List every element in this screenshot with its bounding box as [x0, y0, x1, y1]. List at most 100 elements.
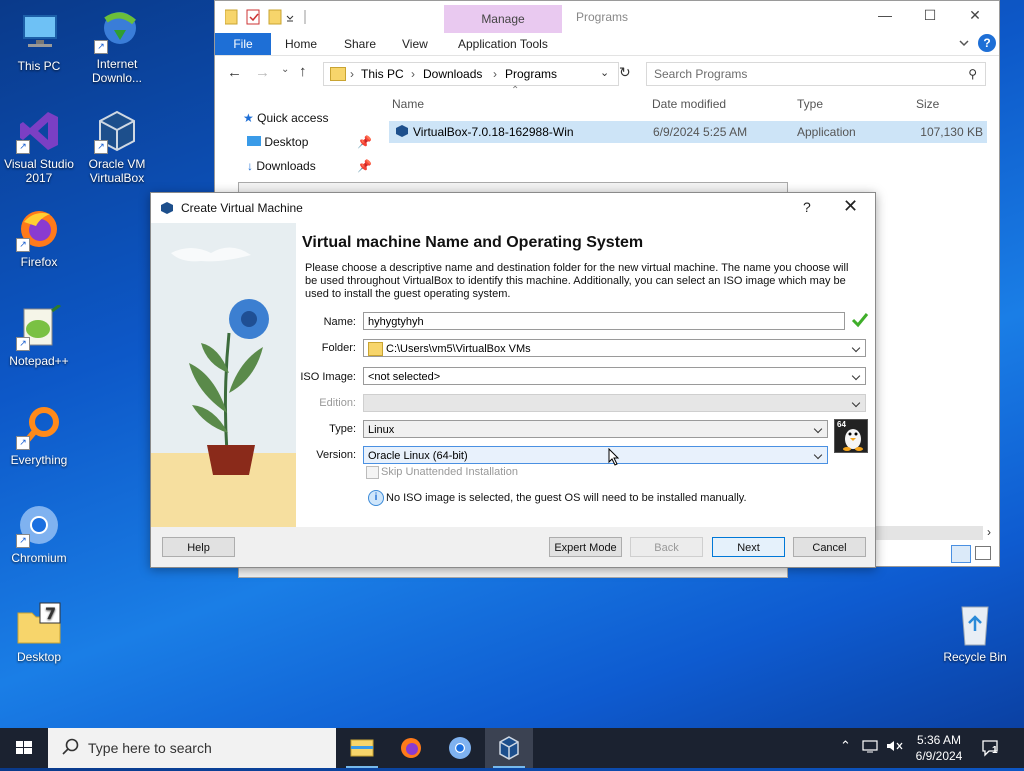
desktop-icon-this-pc[interactable]: This PC	[0, 10, 78, 73]
recent-chevron-icon[interactable]: ⌄	[281, 64, 289, 75]
skip-unattended-label: Skip Unattended Installation	[381, 466, 518, 478]
desktop-icon-chromium[interactable]: ↗ Chromium	[0, 502, 78, 565]
help-button[interactable]: ?	[803, 199, 811, 215]
windows-logo-icon	[16, 741, 32, 754]
shortcut-arrow-icon: ↗	[16, 337, 30, 351]
forward-arrow-icon[interactable]: →	[255, 64, 270, 81]
taskbar-virtualbox[interactable]	[485, 728, 533, 768]
breadcrumb-this-pc[interactable]: This PC	[361, 63, 404, 85]
name-label: Name:	[323, 316, 356, 328]
desktop-icon-everything[interactable]: ↗ Everything	[0, 404, 78, 467]
tab-home[interactable]: Home	[285, 33, 317, 55]
breadcrumb-programs[interactable]: Programs	[505, 63, 557, 85]
back-arrow-icon[interactable]: ←	[227, 64, 242, 81]
search-input[interactable]: Search Programs ⚲	[646, 62, 986, 86]
refresh-icon[interactable]: ↻	[619, 64, 631, 81]
column-header-size[interactable]: Size	[916, 97, 939, 111]
up-arrow-icon[interactable]: ↑	[299, 63, 307, 80]
taskbar-firefox[interactable]	[387, 728, 435, 768]
file-row[interactable]: VirtualBox-7.0.18-162988-Win 6/9/2024 5:…	[389, 121, 987, 143]
desktop-icon-firefox[interactable]: ↗ Firefox	[0, 206, 78, 269]
address-bar[interactable]: › This PC › Downloads › Programs ⌄	[323, 62, 619, 86]
dialog-body: Virtual machine Name and Operating Syste…	[151, 223, 875, 527]
file-size: 107,130 KB	[920, 125, 983, 139]
tab-share[interactable]: Share	[344, 33, 376, 55]
help-icon[interactable]: ?	[978, 34, 996, 52]
volume-muted-icon[interactable]	[885, 739, 903, 756]
large-icons-view-icon[interactable]	[975, 546, 991, 560]
address-row: ← → ⌄ ↑ › This PC › Downloads › Programs…	[215, 59, 999, 87]
tab-file[interactable]: File	[215, 33, 271, 55]
maximize-button[interactable]: ☐	[916, 7, 944, 27]
type-select[interactable]: Linux	[363, 420, 828, 438]
chevron-down-icon[interactable]	[959, 37, 969, 47]
edition-label: Edition:	[319, 397, 356, 409]
flower-illustration	[151, 223, 296, 527]
network-icon[interactable]	[862, 739, 878, 756]
page-heading: Virtual machine Name and Operating Syste…	[302, 234, 644, 251]
recycle-bin-icon	[952, 601, 998, 647]
close-button[interactable]: ✕	[961, 7, 989, 27]
type-label: Type:	[329, 423, 356, 435]
pin-icon: 📌	[357, 159, 372, 173]
cancel-button[interactable]: Cancel	[793, 537, 866, 557]
nav-quick-access[interactable]: ★ Quick access	[243, 111, 328, 125]
file-explorer-icon	[350, 739, 374, 757]
taskbar-chromium[interactable]	[436, 728, 484, 768]
start-button[interactable]	[0, 728, 48, 768]
desktop-icon-recycle-bin[interactable]: Recycle Bin	[936, 601, 1014, 664]
desktop-icon-label: This PC	[17, 59, 61, 73]
column-header-type[interactable]: Type	[797, 97, 823, 111]
explorer-title-bar: Manage Programs — ☐ ✕	[215, 1, 999, 33]
iso-select[interactable]: <not selected>	[363, 367, 866, 385]
column-header-date[interactable]: Date modified	[652, 97, 726, 111]
tab-manage[interactable]: Manage	[444, 5, 562, 33]
desktop-icon-label: Oracle VM VirtualBox	[88, 157, 146, 185]
navigation-pane: ★ Quick access Desktop 📌 ↓ Downloads 📌	[215, 97, 385, 187]
desktop-folder-icon	[247, 136, 261, 146]
desktop-icon-label: Visual Studio 2017	[4, 157, 74, 185]
minimize-button[interactable]: —	[871, 7, 899, 27]
desktop-icon-desktop-folder[interactable]: 7 Desktop	[0, 601, 78, 664]
notification-center-button[interactable]: 1	[980, 738, 1002, 758]
help-button[interactable]: Help	[162, 537, 235, 557]
chevron-down-icon[interactable]: ⌄	[600, 62, 609, 84]
dialog-title-bar: Create Virtual Machine ? ✕	[151, 193, 875, 223]
taskbar-file-explorer[interactable]	[338, 728, 386, 768]
taskbar-search-placeholder: Type here to search	[88, 740, 212, 756]
svg-text:7: 7	[45, 604, 56, 623]
nav-desktop[interactable]: Desktop 📌	[247, 135, 372, 149]
valid-check-icon	[851, 311, 869, 332]
window-title: Programs	[576, 10, 629, 24]
folder-select[interactable]: C:\Users\vm5\VirtualBox VMs	[363, 339, 866, 357]
chevron-right-icon: ›	[350, 67, 354, 81]
file-name: VirtualBox-7.0.18-162988-Win	[413, 125, 574, 139]
breadcrumb-downloads[interactable]: Downloads	[423, 63, 482, 85]
system-clock[interactable]: 5:36 AM 6/9/2024	[908, 732, 970, 764]
version-select[interactable]: Oracle Linux (64-bit)	[363, 446, 828, 464]
desktop-icon-notepad-plus-plus[interactable]: ↗ Notepad++	[0, 303, 78, 368]
desktop-icon-label: Firefox	[20, 255, 58, 269]
page-description: Please choose a descriptive name and des…	[305, 262, 849, 300]
nav-downloads[interactable]: ↓ Downloads 📌	[247, 159, 372, 173]
chromium-icon	[449, 737, 471, 759]
shortcut-arrow-icon: ↗	[16, 238, 30, 252]
desktop-icon-internet-download-manager[interactable]: ↗ Internet Downlo...	[78, 8, 156, 85]
column-header-name[interactable]: Name	[392, 97, 424, 111]
file-date: 6/9/2024 5:25 AM	[653, 125, 748, 139]
expert-mode-button[interactable]: Expert Mode	[549, 537, 622, 557]
taskbar-search-box[interactable]: Type here to search	[48, 728, 336, 768]
tab-application-tools[interactable]: Application Tools	[458, 33, 548, 55]
tray-chevron-up-icon[interactable]: ⌃	[840, 738, 851, 754]
desktop-icon-virtualbox[interactable]: ↗ Oracle VM VirtualBox	[78, 108, 156, 185]
desktop-icon-visual-studio[interactable]: ↗ Visual Studio 2017	[0, 108, 78, 185]
virtualbox-icon	[395, 124, 409, 141]
scroll-right-icon[interactable]: ›	[987, 525, 991, 539]
nav-label: Quick access	[257, 111, 329, 125]
desktop-icon-label: Recycle Bin	[943, 650, 1007, 664]
tab-view[interactable]: View	[402, 33, 428, 55]
details-view-icon[interactable]	[951, 545, 971, 563]
next-button[interactable]: Next	[712, 537, 785, 557]
close-icon[interactable]: ✕	[843, 196, 858, 217]
vm-name-input[interactable]: hyhygtyhyh	[363, 312, 845, 330]
